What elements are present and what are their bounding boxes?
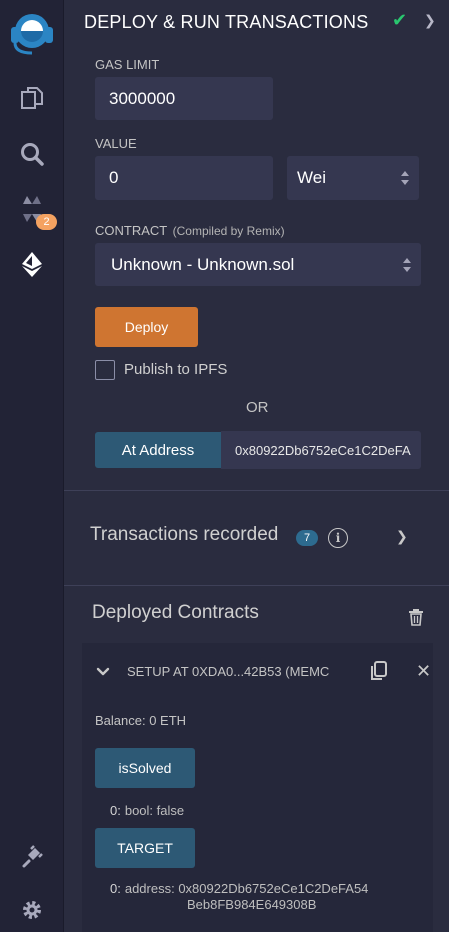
at-address-button[interactable]: At Address: [95, 432, 221, 468]
select-arrows-icon: [401, 170, 409, 186]
instance-balance: Balance: 0 ETH: [95, 713, 187, 728]
trash-icon[interactable]: [408, 608, 424, 626]
check-icon: ✔: [392, 10, 408, 30]
deployed-contract-instance: SETUP AT 0XDA0...42B53 (MEMC ✕ Balance: …: [82, 643, 433, 932]
panel-header: DEPLOY & RUN TRANSACTIONS ✔ ❯: [64, 0, 449, 46]
close-icon[interactable]: ✕: [416, 661, 431, 682]
value-amount: 0: [109, 168, 119, 187]
target-output: 0: address: 0x80922Db6752eCe1C2DeFA54: [110, 881, 368, 896]
contract-label: CONTRACT (Compiled by Remix): [95, 223, 285, 238]
chevron-right-icon[interactable]: ❯: [424, 12, 436, 29]
issolved-output: 0: bool: false: [110, 803, 184, 818]
remix-logo-icon[interactable]: [0, 8, 64, 58]
issolved-button[interactable]: isSolved: [95, 748, 195, 788]
at-address-input[interactable]: 0x80922Db6752eCe1C2DeFA: [221, 431, 421, 469]
output-value: bool: false: [124, 803, 185, 818]
transactions-count-badge: 7: [296, 530, 318, 546]
contract-sublabel: (Compiled by Remix): [172, 224, 285, 238]
contract-select[interactable]: Unknown - Unknown.sol: [95, 243, 421, 286]
output-index: 0:: [110, 881, 121, 896]
plugin-manager-icon[interactable]: [0, 831, 64, 881]
deploy-run-panel: DEPLOY & RUN TRANSACTIONS ✔ ❯ GAS LIMIT …: [64, 0, 449, 932]
chevron-right-icon[interactable]: ❯: [396, 528, 408, 545]
instance-title[interactable]: SETUP AT 0XDA0...42B53 (MEMC: [127, 664, 349, 679]
icon-rail: 2: [0, 0, 64, 932]
gas-limit-input[interactable]: 3000000: [95, 77, 273, 120]
publish-ipfs-checkbox[interactable]: [95, 360, 115, 380]
divider: [64, 490, 449, 491]
publish-ipfs-label: Publish to IPFS: [124, 361, 228, 378]
gas-limit-value: 3000000: [109, 88, 176, 108]
value-unit: Wei: [297, 168, 326, 187]
search-icon[interactable]: [0, 129, 64, 179]
divider: [64, 585, 449, 586]
file-explorer-icon[interactable]: [0, 73, 64, 123]
or-separator: OR: [246, 399, 269, 416]
deployed-contracts-label: Deployed Contracts: [92, 602, 259, 623]
copy-icon[interactable]: [369, 660, 389, 682]
deploy-run-icon[interactable]: [0, 239, 64, 289]
panel-title: DEPLOY & RUN TRANSACTIONS: [84, 12, 369, 32]
info-icon[interactable]: i: [328, 528, 348, 548]
output-index: 0:: [110, 803, 121, 818]
gas-limit-label: GAS LIMIT: [95, 57, 160, 72]
at-address-value: 0x80922Db6752eCe1C2DeFA: [235, 442, 411, 458]
deploy-button[interactable]: Deploy: [95, 307, 198, 347]
value-unit-select[interactable]: Wei: [287, 156, 419, 200]
chevron-down-icon[interactable]: [96, 665, 110, 679]
transactions-recorded-label[interactable]: Transactions recorded: [90, 524, 278, 546]
value-input[interactable]: 0: [95, 156, 273, 200]
contract-selected: Unknown - Unknown.sol: [111, 254, 295, 274]
target-output-line2: Beb8FB984E649308B: [187, 897, 317, 912]
target-button[interactable]: TARGET: [95, 828, 195, 868]
select-arrows-icon: [403, 257, 411, 273]
settings-gear-icon[interactable]: [0, 885, 64, 932]
value-label: VALUE: [95, 136, 137, 151]
output-value-line1: address: 0x80922Db6752eCe1C2DeFA54: [124, 881, 369, 896]
compiler-badge: 2: [36, 214, 57, 230]
contract-label-text: CONTRACT: [95, 223, 167, 238]
